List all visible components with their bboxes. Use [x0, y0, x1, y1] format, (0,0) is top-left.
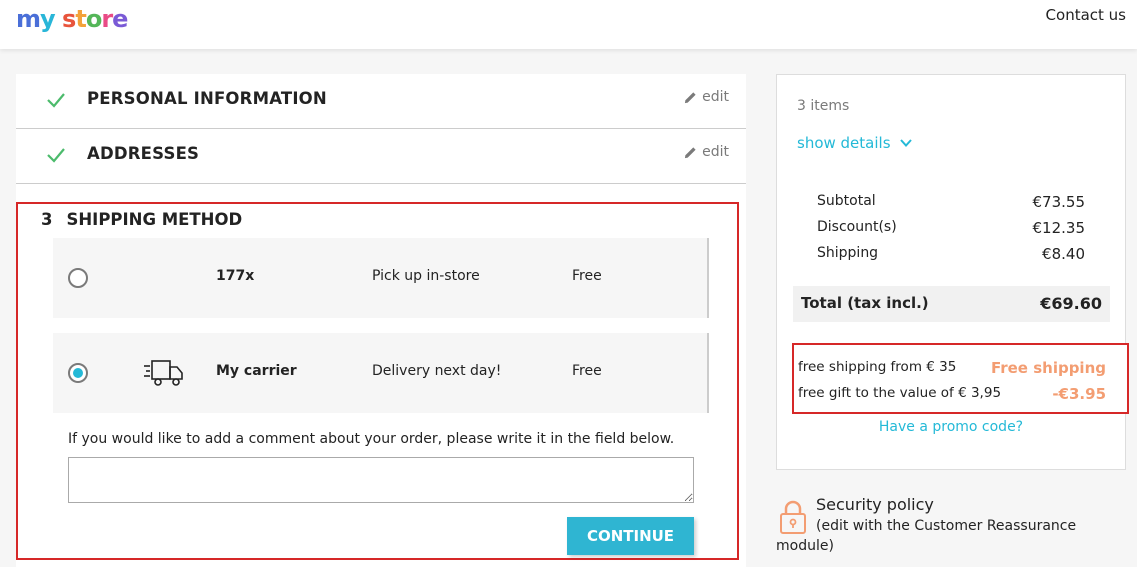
- line-label: Discount(s): [817, 219, 897, 235]
- carrier-radio[interactable]: [68, 268, 88, 288]
- total-row: Total (tax incl.) €69.60: [793, 286, 1110, 322]
- truck-icon: [144, 360, 183, 386]
- edit-label: edit: [702, 89, 729, 105]
- chevron-down-icon: [899, 139, 912, 147]
- line-label: Shipping: [817, 245, 879, 261]
- summary-line-subtotal: Subtotal €73.55: [817, 193, 1085, 211]
- check-icon: [47, 148, 65, 163]
- shipping-method-section: 3 SHIPPING METHOD 177x Pick up in-store F…: [16, 202, 739, 560]
- carrier-delay: Delivery next day!: [372, 363, 502, 379]
- site-header: my store Contact us: [0, 0, 1137, 49]
- applied-promotions: free shipping from € 35 Free shipping fr…: [792, 343, 1129, 414]
- summary-line-shipping: Shipping €8.40: [817, 245, 1085, 263]
- promo-value: Free shipping: [990, 359, 1106, 377]
- step-personal-information[interactable]: PERSONAL INFORMATION edit: [16, 74, 746, 129]
- carrier-option-177x[interactable]: 177x Pick up in-store Free: [53, 238, 709, 318]
- show-details-label: show details: [797, 134, 891, 152]
- reassurance-title: Security policy: [816, 495, 934, 514]
- check-icon: [47, 93, 65, 108]
- show-details-toggle[interactable]: show details: [797, 134, 913, 152]
- step-title: 3 SHIPPING METHOD: [41, 210, 242, 229]
- cart-summary: 3 items show details Subtotal €73.55 Dis…: [776, 74, 1129, 470]
- carrier-price: Free: [572, 268, 602, 284]
- carrier-price: Free: [572, 363, 602, 379]
- promo-free-gift: free gift to the value of € 3,95 -€3.95: [798, 385, 1106, 403]
- carrier-name: My carrier: [216, 363, 297, 379]
- step-addresses[interactable]: ADDRESSES edit: [16, 129, 746, 184]
- carrier-name: 177x: [216, 268, 255, 284]
- carrier-delay: Pick up in-store: [372, 268, 480, 284]
- edit-personal-link[interactable]: edit: [684, 89, 729, 105]
- line-label: Subtotal: [817, 193, 876, 209]
- edit-addresses-link[interactable]: edit: [684, 144, 729, 160]
- promo-label: free shipping from € 35: [798, 359, 957, 375]
- continue-button[interactable]: CONTINUE: [567, 517, 694, 555]
- pencil-icon: [685, 146, 696, 158]
- summary-line-discounts: Discount(s) €12.35: [817, 219, 1085, 237]
- total-label: Total (tax incl.): [801, 294, 929, 312]
- promo-label: free gift to the value of € 3,95: [798, 385, 1002, 401]
- promo-free-shipping: free shipping from € 35 Free shipping: [798, 359, 1106, 377]
- reassurance-text: (edit with the Customer Reassurance modu…: [776, 518, 1077, 554]
- pencil-icon: [685, 91, 696, 103]
- step-title: ADDRESSES: [87, 144, 200, 163]
- line-value: €8.40: [1042, 245, 1085, 263]
- edit-label: edit: [702, 144, 729, 160]
- contact-us-link[interactable]: Contact us: [1046, 6, 1126, 24]
- promo-code-link[interactable]: Have a promo code?: [777, 419, 1125, 435]
- step-number: 3: [41, 210, 53, 229]
- total-value: €69.60: [1040, 294, 1102, 313]
- line-value: €12.35: [1032, 219, 1086, 237]
- line-value: €73.55: [1032, 193, 1086, 211]
- store-logo[interactable]: my store: [16, 2, 128, 36]
- order-comment-textarea[interactable]: [68, 457, 694, 503]
- items-count: 3 items: [797, 98, 850, 114]
- step-title: PERSONAL INFORMATION: [87, 89, 327, 108]
- promo-value: -€3.95: [1052, 385, 1106, 403]
- carrier-radio-selected[interactable]: [68, 363, 88, 383]
- carrier-option-my-carrier[interactable]: My carrier Delivery next day! Free: [53, 333, 709, 413]
- comment-label: If you would like to add a comment about…: [68, 431, 675, 447]
- step-title-text: SHIPPING METHOD: [66, 210, 243, 229]
